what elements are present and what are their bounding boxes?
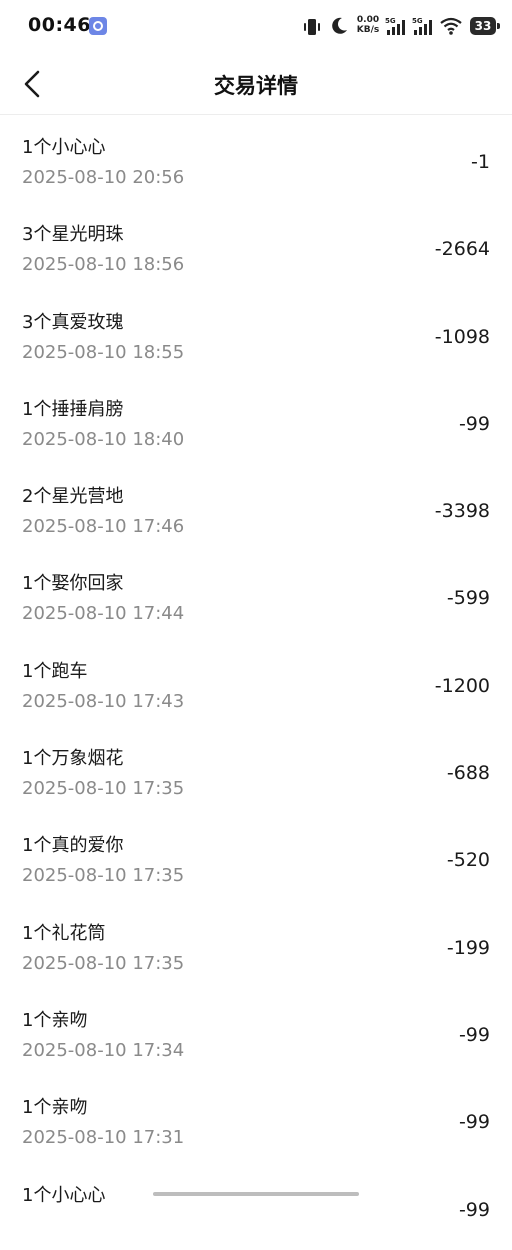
transaction-time: 2025-08-10 18:55 — [22, 341, 185, 363]
svg-text:5G: 5G — [412, 17, 423, 25]
transaction-time: 2025-08-10 17:35 — [22, 778, 185, 800]
transaction-amount: -688 — [446, 762, 490, 785]
transaction-amount: -99 — [458, 1111, 490, 1134]
transaction-amount: -1098 — [434, 325, 490, 348]
transaction-name: 1个亲吻 — [22, 1097, 88, 1119]
transaction-name: 3个真爱玫瑰 — [22, 311, 124, 333]
signal-5g-icon: 5G — [385, 17, 405, 35]
transaction-time: 2025-08-10 17:46 — [22, 516, 185, 538]
svg-text:5G: 5G — [385, 17, 396, 25]
transaction-name: 1个娶你回家 — [22, 573, 124, 595]
vibrate-icon — [304, 19, 320, 35]
battery-icon: 33 — [470, 17, 500, 35]
transaction-name: 1个小心心 — [22, 137, 106, 158]
transaction-row[interactable]: 1个亲吻 2025-08-10 17:31 -99 — [0, 1075, 512, 1162]
transaction-name: 1个跑车 — [22, 660, 88, 682]
transaction-amount: -1 — [471, 151, 490, 173]
home-indicator[interactable] — [153, 1192, 359, 1196]
signal-5g-icon: 5G — [412, 17, 432, 35]
transaction-row[interactable]: 1个小心心 2025-08-10 20:56 -1 — [0, 115, 512, 202]
transaction-name: 1个亲吻 — [22, 1009, 88, 1031]
transaction-time: 2025-08-10 18:40 — [22, 428, 185, 450]
transaction-row[interactable]: 1个捶捶肩膀 2025-08-10 18:40 -99 — [0, 377, 512, 464]
transaction-amount: -1200 — [434, 674, 490, 697]
transaction-row[interactable]: 1个亲吻 2025-08-10 17:34 -99 — [0, 988, 512, 1075]
app-notification-icon — [89, 17, 107, 35]
transaction-time: 2025-08-10 17:35 — [22, 952, 185, 974]
transaction-name: 1个万象烟花 — [22, 748, 124, 770]
status-bar: 00:46 0.00 KB/s 5G 5G 33 — [0, 0, 512, 56]
transaction-row[interactable]: 3个星光明珠 2025-08-10 18:56 -2664 — [0, 202, 512, 289]
transaction-name: 1个礼花筒 — [22, 922, 106, 944]
transaction-time: 2025-08-10 17:35 — [22, 865, 185, 887]
transaction-amount: -99 — [458, 412, 490, 435]
transaction-list: 1个小心心 2025-08-10 20:56 -1 3个星光明珠 2025-08… — [0, 115, 512, 1250]
net-speed: 0.00 KB/s — [355, 15, 381, 35]
transaction-row[interactable]: 2个星光营地 2025-08-10 17:46 -3398 — [0, 464, 512, 551]
transaction-name: 1个捶捶肩膀 — [22, 398, 124, 420]
transaction-time: 2025-08-10 20:56 — [22, 167, 185, 188]
transaction-amount: -2664 — [434, 238, 490, 261]
transaction-row[interactable]: 1个真的爱你 2025-08-10 17:35 -520 — [0, 813, 512, 900]
moon-icon — [332, 17, 347, 34]
transaction-name: 1个小心心 — [22, 1184, 106, 1206]
net-speed-value: 0.00 — [356, 15, 380, 25]
transaction-amount: -99 — [458, 1023, 490, 1046]
status-time: 00:46 — [28, 14, 91, 36]
transaction-time: 2025-08-10 17:43 — [22, 690, 185, 712]
transaction-amount: -199 — [446, 936, 490, 959]
transaction-row[interactable]: 1个礼花筒 2025-08-10 17:35 -199 — [0, 901, 512, 988]
transaction-time: 2025-08-10 17:44 — [22, 603, 185, 625]
transaction-amount: -599 — [446, 587, 490, 610]
transaction-name: 1个真的爱你 — [22, 835, 124, 857]
page-title: 交易详情 — [214, 74, 298, 98]
transaction-name: 2个星光营地 — [22, 486, 124, 508]
transaction-amount: -520 — [446, 849, 490, 872]
transaction-time: 2025-08-10 17:34 — [22, 1039, 185, 1061]
transaction-row[interactable]: 1个小心心 -99 — [0, 1163, 512, 1250]
transaction-time: 2025-08-10 18:56 — [22, 254, 185, 276]
transaction-row[interactable]: 1个万象烟花 2025-08-10 17:35 -688 — [0, 726, 512, 813]
transaction-amount: -99 — [458, 1198, 490, 1221]
nav-bar: 交易详情 — [0, 56, 512, 115]
wifi-icon — [440, 17, 462, 35]
transaction-amount: -3398 — [434, 500, 490, 523]
transaction-time: 2025-08-10 17:31 — [22, 1127, 185, 1149]
transaction-row[interactable]: 1个娶你回家 2025-08-10 17:44 -599 — [0, 551, 512, 638]
transaction-row[interactable]: 1个跑车 2025-08-10 17:43 -1200 — [0, 639, 512, 726]
transaction-name: 3个星光明珠 — [22, 224, 124, 246]
net-speed-unit: KB/s — [356, 25, 380, 35]
transaction-row[interactable]: 3个真爱玫瑰 2025-08-10 18:55 -1098 — [0, 290, 512, 377]
